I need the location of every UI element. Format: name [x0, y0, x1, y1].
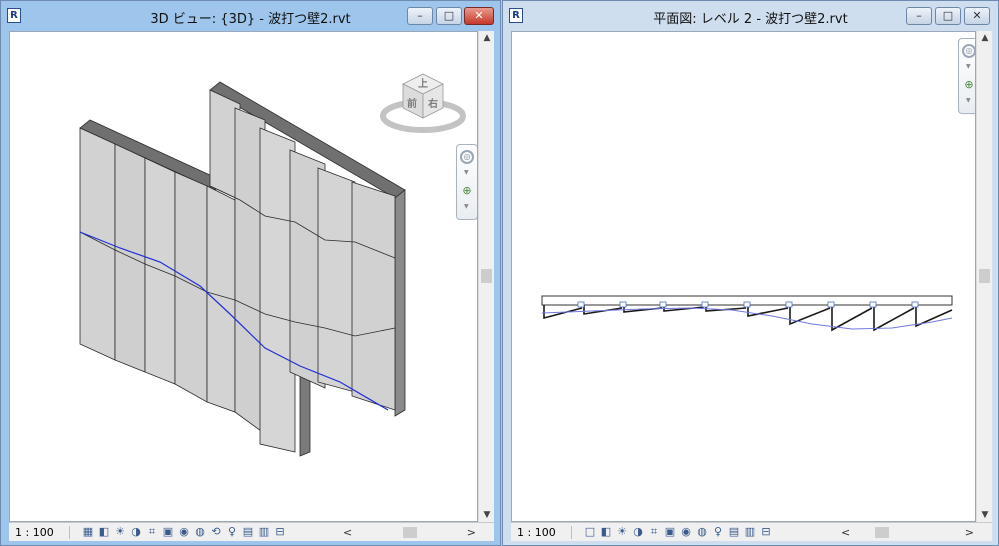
close-button[interactable]: ✕	[964, 7, 990, 25]
3d-canvas[interactable]: 上 前 右 ◎ ▼ ⊕ ▼	[9, 31, 478, 522]
steering-wheel-icon[interactable]: ◎	[962, 44, 975, 58]
view-scale[interactable]: 1 : 100	[517, 526, 572, 539]
view-control-icons: □ ◧ ☀ ◑ ⌗ ▣ ◉ ◍ ♀ ▤ ▥ ⊟	[583, 525, 773, 539]
sun-path-icon[interactable]: ☀	[113, 525, 127, 539]
viewcube-top-label: 上	[418, 77, 428, 90]
temporary-hide-isolate-icon[interactable]: ⊟	[273, 525, 287, 539]
panel-plan	[747, 305, 789, 317]
view-control-icons: ▦ ◧ ☀ ◑ ⌗ ▣ ◉ ◍ ⟲ ♀ ▤ ▥ ⊟	[81, 525, 287, 539]
title-bar[interactable]: R 平面図: レベル 2 - 波打つ壁2.rvt – □ ✕	[503, 1, 998, 31]
crop-view-icon[interactable]: ⌗	[647, 525, 661, 539]
steering-wheel-icon[interactable]: ◎	[460, 150, 474, 164]
wall-panel	[351, 181, 396, 411]
reveal-hidden-icon[interactable]: ◍	[193, 525, 207, 539]
shadows-icon[interactable]: ◑	[129, 525, 143, 539]
scroll-right-icon[interactable]: >	[467, 526, 476, 539]
panel-plan	[873, 305, 915, 332]
chevron-down-icon[interactable]: ▼	[464, 203, 469, 210]
horizontal-scroll-thumb[interactable]	[875, 527, 889, 538]
minimize-button[interactable]: –	[407, 7, 433, 25]
analytical-model-icon[interactable]: ♀	[225, 525, 239, 539]
scroll-down-icon[interactable]: ▼	[479, 510, 495, 520]
wall-panel	[144, 157, 176, 385]
view-control-bar: 1 : 100 ▦ ◧ ☀ ◑ ⌗ ▣ ◉ ◍ ⟲ ♀ ▤ ▥ ⊟ < >	[9, 522, 494, 541]
panel-plan	[583, 305, 623, 315]
chevron-down-icon[interactable]: ▼	[966, 63, 971, 70]
vertical-scrollbar[interactable]: ▲ ▼	[478, 31, 494, 522]
detail-level-icon[interactable]: ▦	[81, 525, 95, 539]
zoom-icon[interactable]: ⊕	[461, 185, 473, 197]
wall-panel	[174, 171, 208, 403]
scroll-right-icon[interactable]: >	[965, 526, 974, 539]
temporary-hide-isolate-icon[interactable]: ⊟	[759, 525, 773, 539]
minimize-button[interactable]: –	[906, 7, 932, 25]
viewcube-front-label: 前	[407, 97, 417, 110]
shadows-icon[interactable]: ◑	[631, 525, 645, 539]
show-crop-icon[interactable]: ▣	[663, 525, 677, 539]
title-bar[interactable]: R 3D ビュー: {3D} - 波打つ壁2.rvt – □ ✕	[1, 1, 500, 31]
scroll-down-icon[interactable]: ▼	[977, 510, 993, 520]
panel-plan	[831, 305, 873, 332]
viewcube[interactable]: 上 前 右	[380, 64, 466, 136]
window-plan-view[interactable]: R 平面図: レベル 2 - 波打つ壁2.rvt – □ ✕ ◎ ▼ ⊕ ▼ ▲…	[502, 0, 999, 546]
panel-plan	[915, 305, 953, 328]
highlight-displacement-icon[interactable]: ▤	[727, 525, 741, 539]
scroll-up-icon[interactable]: ▲	[977, 33, 993, 43]
worksharing-display-icon[interactable]: ▥	[257, 525, 271, 539]
highlight-displacement-icon[interactable]: ▤	[241, 525, 255, 539]
view-control-bar: 1 : 100 □ ◧ ☀ ◑ ⌗ ▣ ◉ ◍ ♀ ▤ ▥ ⊟ < >	[511, 522, 992, 541]
maximize-button[interactable]: □	[935, 7, 961, 25]
temporary-hide-icon[interactable]: ◉	[679, 525, 693, 539]
viewcube-right-label: 右	[427, 97, 438, 110]
scroll-thumb[interactable]	[481, 269, 492, 283]
navigation-bar[interactable]: ◎ ▼ ⊕ ▼	[456, 144, 477, 220]
scroll-up-icon[interactable]: ▲	[479, 33, 495, 43]
visual-style-icon[interactable]: ◧	[97, 525, 111, 539]
view-scale[interactable]: 1 : 100	[15, 526, 70, 539]
maximize-button[interactable]: □	[436, 7, 462, 25]
analytical-model-icon[interactable]: ♀	[711, 525, 725, 539]
navigation-bar[interactable]: ◎ ▼ ⊕ ▼	[958, 38, 975, 114]
window-3d-view[interactable]: R 3D ビュー: {3D} - 波打つ壁2.rvt – □ ✕ 上 前 右 ◎…	[0, 0, 501, 546]
worksharing-display-icon[interactable]: ▥	[743, 525, 757, 539]
wall-panel	[317, 167, 356, 393]
zoom-icon[interactable]: ⊕	[963, 79, 975, 91]
temporary-hide-icon[interactable]: ◉	[177, 525, 191, 539]
plan-canvas[interactable]: ◎ ▼ ⊕ ▼	[511, 31, 976, 522]
close-button[interactable]: ✕	[464, 7, 494, 25]
scroll-thumb[interactable]	[979, 269, 990, 283]
reveal-hidden-icon[interactable]: ◍	[695, 525, 709, 539]
vertical-scrollbar[interactable]: ▲ ▼	[976, 31, 992, 522]
visual-style-icon[interactable]: ◧	[599, 525, 613, 539]
chevron-down-icon[interactable]: ▼	[966, 97, 971, 104]
wall-end-face	[394, 189, 406, 417]
temporary-view-properties-icon[interactable]: ⟲	[209, 525, 223, 539]
detail-level-icon[interactable]: □	[583, 525, 597, 539]
scroll-left-icon[interactable]: <	[841, 526, 850, 539]
sun-path-icon[interactable]: ☀	[615, 525, 629, 539]
scroll-left-icon[interactable]: <	[343, 526, 352, 539]
chevron-down-icon[interactable]: ▼	[464, 169, 469, 176]
show-crop-icon[interactable]: ▣	[161, 525, 175, 539]
horizontal-scroll-thumb[interactable]	[403, 527, 417, 538]
wave-wall-plan-drawing	[541, 295, 953, 332]
crop-view-icon[interactable]: ⌗	[145, 525, 159, 539]
wall-panel	[114, 143, 146, 373]
